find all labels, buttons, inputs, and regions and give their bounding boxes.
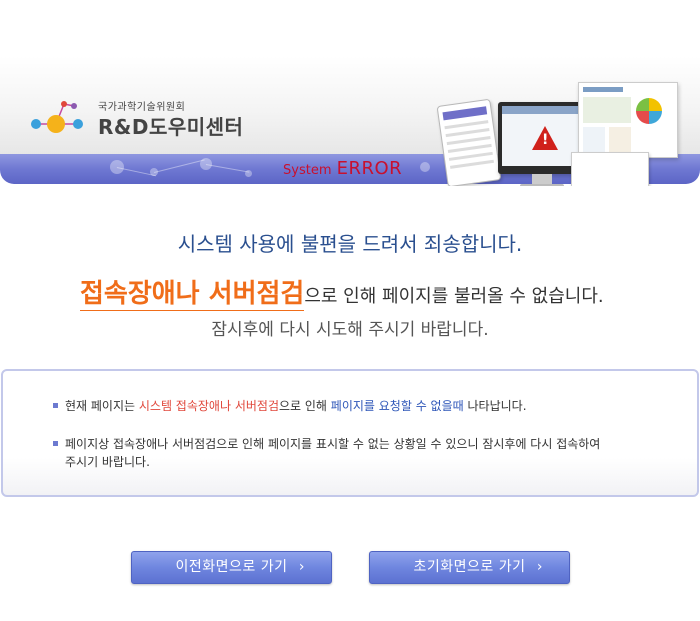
info-item-2-line2: 주시기 바랍니다. <box>65 455 150 469</box>
bullet-icon <box>53 441 58 446</box>
chevron-right-icon: › <box>536 559 543 575</box>
info-item-2: 페이지상 접속장애나 서버점검으로 인해 페이지를 표시할 수 없는 상황일 수… <box>53 435 600 471</box>
tablet-illustration <box>436 98 502 186</box>
retry-message: 잠시후에 다시 시도해 주시기 바랍니다. <box>211 320 489 340</box>
error-label: ERROR <box>336 158 403 179</box>
info-box: 현재 페이지는 시스템 접속장애나 서버점검으로 인해 페이지를 요청할 수 없… <box>1 369 699 497</box>
info-red-text: 시스템 접속장애나 서버점검 <box>138 399 279 413</box>
info-item-1: 현재 페이지는 시스템 접속장애나 서버점검으로 인해 페이지를 요청할 수 없… <box>53 397 527 415</box>
chevron-right-icon: › <box>298 559 305 575</box>
cause-message: 접속장애나 서버점검으로 인해 페이지를 불러올 수 없습니다. <box>80 273 604 311</box>
header-banner: 국가과학기술위원회 R&D도우미센터 System ERROR ! <box>0 56 700 186</box>
webpage-illustration-2 <box>571 152 649 186</box>
pinwheel-icon <box>636 98 662 124</box>
go-home-label: 초기화면으로 가기 <box>413 559 526 575</box>
webpage-illustration <box>578 82 678 158</box>
go-back-label: 이전화면으로 가기 <box>175 559 288 575</box>
org-title: R&D도우미센터 <box>98 115 244 139</box>
go-home-button[interactable]: 초기화면으로 가기 › <box>369 551 570 584</box>
info-item-2-line1: 페이지상 접속장애나 서버점검으로 인해 페이지를 표시할 수 없는 상황일 수… <box>65 437 601 451</box>
cause-rest: 으로 인해 페이지를 불러올 수 없습니다. <box>304 286 604 307</box>
system-error-label: System ERROR <box>283 158 402 179</box>
system-label: System <box>283 163 332 178</box>
bullet-icon <box>53 403 58 408</box>
go-back-button[interactable]: 이전화면으로 가기 › <box>131 551 332 584</box>
cause-highlight: 접속장애나 서버점검 <box>80 279 305 311</box>
info-blue-text: 페이지를 요청할 수 없을때 <box>330 399 464 413</box>
org-logo[interactable]: 국가과학기술위원회 R&D도우미센터 <box>28 96 268 146</box>
molecule-logo-icon <box>31 101 83 133</box>
apology-message: 시스템 사용에 불편을 드려서 죄송합니다. <box>177 232 523 256</box>
